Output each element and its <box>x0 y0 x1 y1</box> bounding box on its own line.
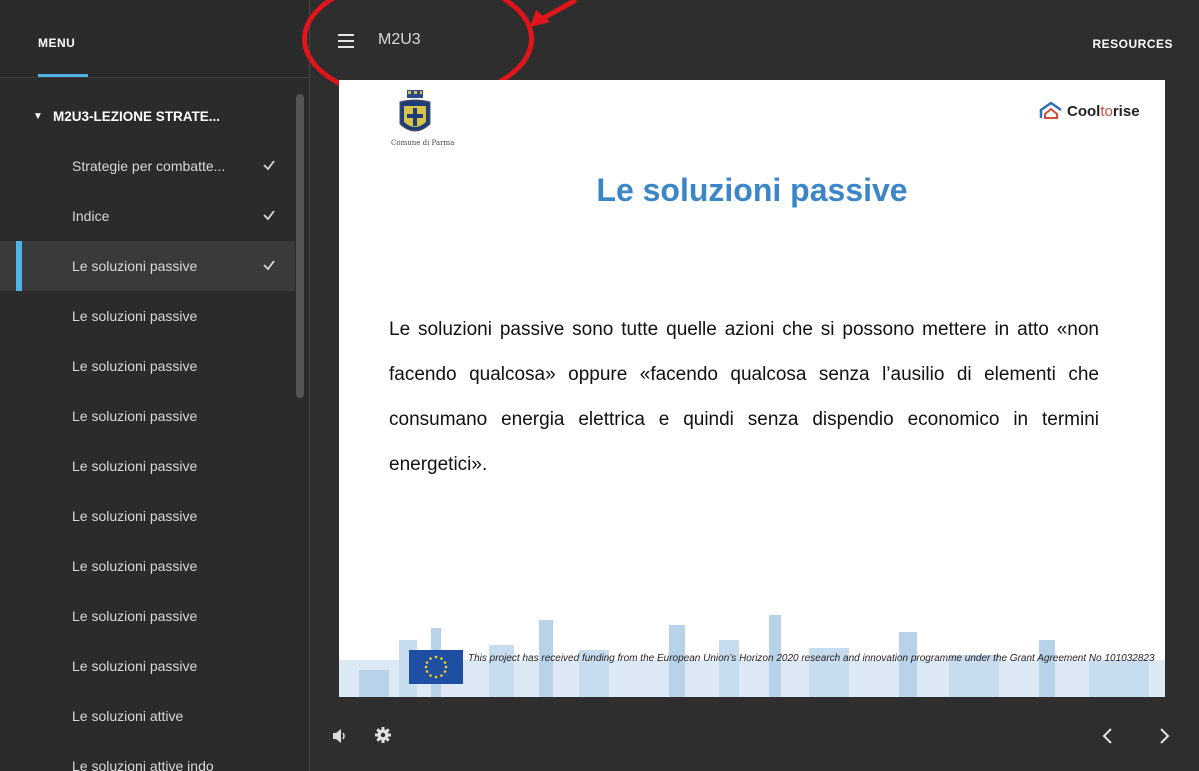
sidebar-lesson-item[interactable]: Le soluzioni passive <box>0 591 295 641</box>
course-sidebar: MENU ▼ M2U3-LEZIONE STRATE... Strategie … <box>0 0 310 771</box>
lesson-label: Le soluzioni passive <box>72 658 198 674</box>
sidebar-header: MENU <box>0 0 310 78</box>
slide-title: Le soluzioni passive <box>596 172 908 208</box>
sidebar-lesson-item[interactable]: Le soluzioni passive <box>0 241 295 291</box>
house-logo-icon <box>1039 102 1062 119</box>
sidebar-lesson-item[interactable]: Indice <box>0 191 295 241</box>
slide: Comune di Parma Cooltorise Le soluzioni … <box>339 80 1165 697</box>
lesson-label: Le soluzioni passive <box>72 558 198 574</box>
sidebar-lesson-item[interactable]: Le soluzioni passive <box>0 341 295 391</box>
section-toggle[interactable]: ▼ M2U3-LEZIONE STRATE... <box>0 92 295 140</box>
parma-logo-caption: Comune di Parma <box>391 139 455 147</box>
checkmark-icon <box>263 210 275 221</box>
lesson-label: Le soluzioni passive <box>72 258 198 274</box>
lesson-label: Le soluzioni attive <box>72 708 184 724</box>
lesson-label: Strategie per combatte... <box>72 158 226 174</box>
next-slide-button[interactable] <box>1156 726 1172 746</box>
lesson-label: Le soluzioni passive <box>72 408 198 424</box>
slide-body-text: Le soluzioni passive sono tutte quelle a… <box>389 319 1099 475</box>
sidebar-lesson-item[interactable]: Le soluzioni passive <box>0 441 295 491</box>
sidebar-lesson-item[interactable]: Le soluzioni attive indo <box>0 741 295 771</box>
previous-slide-button[interactable] <box>1100 726 1116 746</box>
sidebar-scrollbar[interactable] <box>296 94 304 398</box>
sidebar-lesson-item[interactable]: Le soluzioni passive <box>0 291 295 341</box>
lesson-label: Le soluzioni passive <box>72 308 198 324</box>
gear-icon[interactable] <box>374 726 392 744</box>
sidebar-lesson-item[interactable]: Le soluzioni passive <box>0 541 295 591</box>
caret-down-icon: ▼ <box>33 110 43 122</box>
sidebar-lesson-item[interactable]: Le soluzioni attive <box>0 691 295 741</box>
sidebar-lesson-item[interactable]: Le soluzioni passive <box>0 641 295 691</box>
checkmark-icon <box>263 260 275 271</box>
active-lesson-indicator <box>16 241 22 291</box>
lesson-label: Le soluzioni passive <box>72 508 198 524</box>
menu-tab-underline <box>38 74 88 77</box>
cooltorise-logo: Cooltorise <box>1039 102 1140 120</box>
sidebar-lesson-item[interactable]: Strategie per combatte... <box>0 141 295 191</box>
lesson-list: Strategie per combatte... Indice Le soluzi… <box>0 141 295 771</box>
lesson-label: Le soluzioni passive <box>72 608 198 624</box>
checkmark-icon <box>263 160 275 171</box>
lesson-label: Le soluzioni passive <box>72 458 198 474</box>
lesson-label: Indice <box>72 208 110 224</box>
annotation-arrow <box>530 0 578 27</box>
lesson-label: Le soluzioni passive <box>72 358 198 374</box>
menu-tab[interactable]: MENU <box>38 36 75 50</box>
sidebar-lesson-item[interactable]: Le soluzioni passive <box>0 491 295 541</box>
sidebar-lesson-item[interactable]: Le soluzioni passive <box>0 391 295 441</box>
audio-icon[interactable] <box>332 728 348 744</box>
player-area: M2U3 RESOURCES Comune di Parma Cooltoris… <box>302 0 1199 771</box>
funding-disclaimer: This project has received funding from t… <box>468 653 1155 664</box>
eu-flag-icon <box>409 650 463 684</box>
section-title: M2U3-LEZIONE STRATE... <box>53 108 221 124</box>
lesson-label: Le soluzioni attive indo <box>72 758 214 771</box>
resources-button[interactable]: RESOURCES <box>1092 37 1173 51</box>
